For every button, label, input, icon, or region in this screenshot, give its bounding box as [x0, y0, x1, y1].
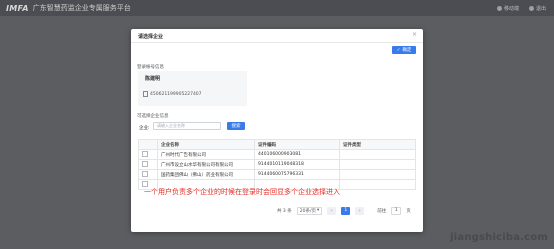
row-select-cell[interactable]: [138, 159, 158, 170]
column-company-name: 企业名称: [157, 139, 255, 150]
platform-title: 广东智慧药监企业专属服务平台: [32, 4, 131, 12]
cert-type-cell: [339, 159, 416, 170]
table-header-row: 企业名称 证件编码 证件类型: [138, 139, 416, 150]
cert-code-cell: 9144010119048318: [254, 159, 340, 170]
logout-icon: [528, 5, 534, 11]
cert-type-cell: [339, 149, 416, 160]
pagination: 共 3 条 20条/页 ▾ ‹ 1 › 前往 1 页: [277, 206, 411, 215]
logout-link-label: 退出: [535, 5, 546, 12]
goto-suffix: 页: [406, 208, 411, 214]
company-search-input[interactable]: 请输入企业名称: [153, 122, 221, 130]
column-cert-code: 证件编码: [254, 139, 340, 150]
id-card-icon: [143, 91, 148, 97]
login-info-label: 登录帐号信息: [137, 65, 164, 70]
cert-type-cell: [339, 179, 416, 190]
row-select-cell[interactable]: [138, 169, 158, 180]
mobile-link-label: 移动端: [503, 5, 519, 12]
mobile-link[interactable]: 移动端: [496, 5, 519, 12]
check-icon: ✓: [396, 47, 401, 53]
app-logo: IMFA: [6, 3, 29, 13]
company-table: 企业名称 证件编码 证件类型 广州时代广告有限公司 44010600090308…: [138, 139, 416, 190]
cert-code-cell: 9144060075796331: [254, 169, 340, 180]
row-checkbox[interactable]: [142, 151, 148, 158]
company-name-cell: 广州时代广告有限公司: [157, 149, 255, 160]
watermark: jiangshiciba.com: [450, 232, 548, 243]
page-size-select[interactable]: 20条/页 ▾: [296, 206, 323, 215]
user-id-number: 450621199905227407: [150, 91, 202, 97]
top-bar: IMFA 广东智慧药监企业专属服务平台 移动端 退出: [0, 0, 554, 16]
chevron-down-icon: ▾: [316, 208, 320, 213]
select-all-cell: [138, 139, 158, 150]
dialog-title: 请选择企业: [138, 34, 164, 40]
confirm-button[interactable]: ✓ 确定: [392, 46, 416, 54]
page-number-current[interactable]: 1: [341, 206, 351, 215]
next-page-button[interactable]: ›: [355, 206, 365, 215]
user-name: 陈建明: [145, 76, 161, 82]
confirm-button-label: 确定: [402, 48, 412, 53]
page-size-value: 20条/页: [299, 208, 316, 214]
prev-page-button[interactable]: ‹: [327, 206, 337, 215]
goto-page-input[interactable]: 1: [391, 206, 402, 215]
logout-link[interactable]: 退出: [528, 5, 546, 12]
company-search-label: 企业:: [139, 126, 150, 131]
search-button[interactable]: 搜索: [227, 122, 245, 130]
table-row[interactable]: 广州市设立山水华有限公司有限公司 9144010119048318: [138, 159, 416, 170]
row-checkbox[interactable]: [142, 161, 148, 168]
mobile-icon: [496, 5, 502, 11]
company-name-cell: 广州市设立山水华有限公司有限公司: [157, 159, 255, 170]
user-card: 陈建明 450621199905227407: [138, 71, 247, 106]
cert-code-cell: 440106000903081: [254, 149, 340, 160]
topbar-actions: 移动端 退出: [496, 0, 546, 16]
close-icon[interactable]: ×: [412, 31, 417, 38]
company-info-label: 可选择企业信息: [137, 114, 169, 119]
user-id-row: 450621199905227407: [143, 91, 202, 97]
total-count: 共 3 条: [277, 208, 292, 214]
goto-label: 前往: [377, 208, 387, 214]
cert-type-cell: [339, 169, 416, 180]
table-row[interactable]: 广州时代广告有限公司 440106000903081: [138, 149, 416, 160]
company-name-cell: 国药集团佛山（佛山）药业有限公司: [157, 169, 255, 180]
row-select-cell[interactable]: [138, 149, 158, 160]
search-placeholder: 请输入企业名称: [157, 123, 185, 128]
row-checkbox[interactable]: [142, 171, 148, 178]
table-row[interactable]: 国药集团佛山（佛山）药业有限公司 9144060075796331: [138, 169, 416, 180]
select-company-dialog: 请选择企业 × ✓ 确定 登录帐号信息 陈建明 4506211999052274…: [131, 29, 423, 232]
dialog-divider: [131, 42, 423, 43]
annotation-text: 一个用户负责多个企业的时候在登录时会回显多个企业选择进入: [144, 188, 340, 196]
column-cert-type: 证件类型: [339, 139, 416, 150]
